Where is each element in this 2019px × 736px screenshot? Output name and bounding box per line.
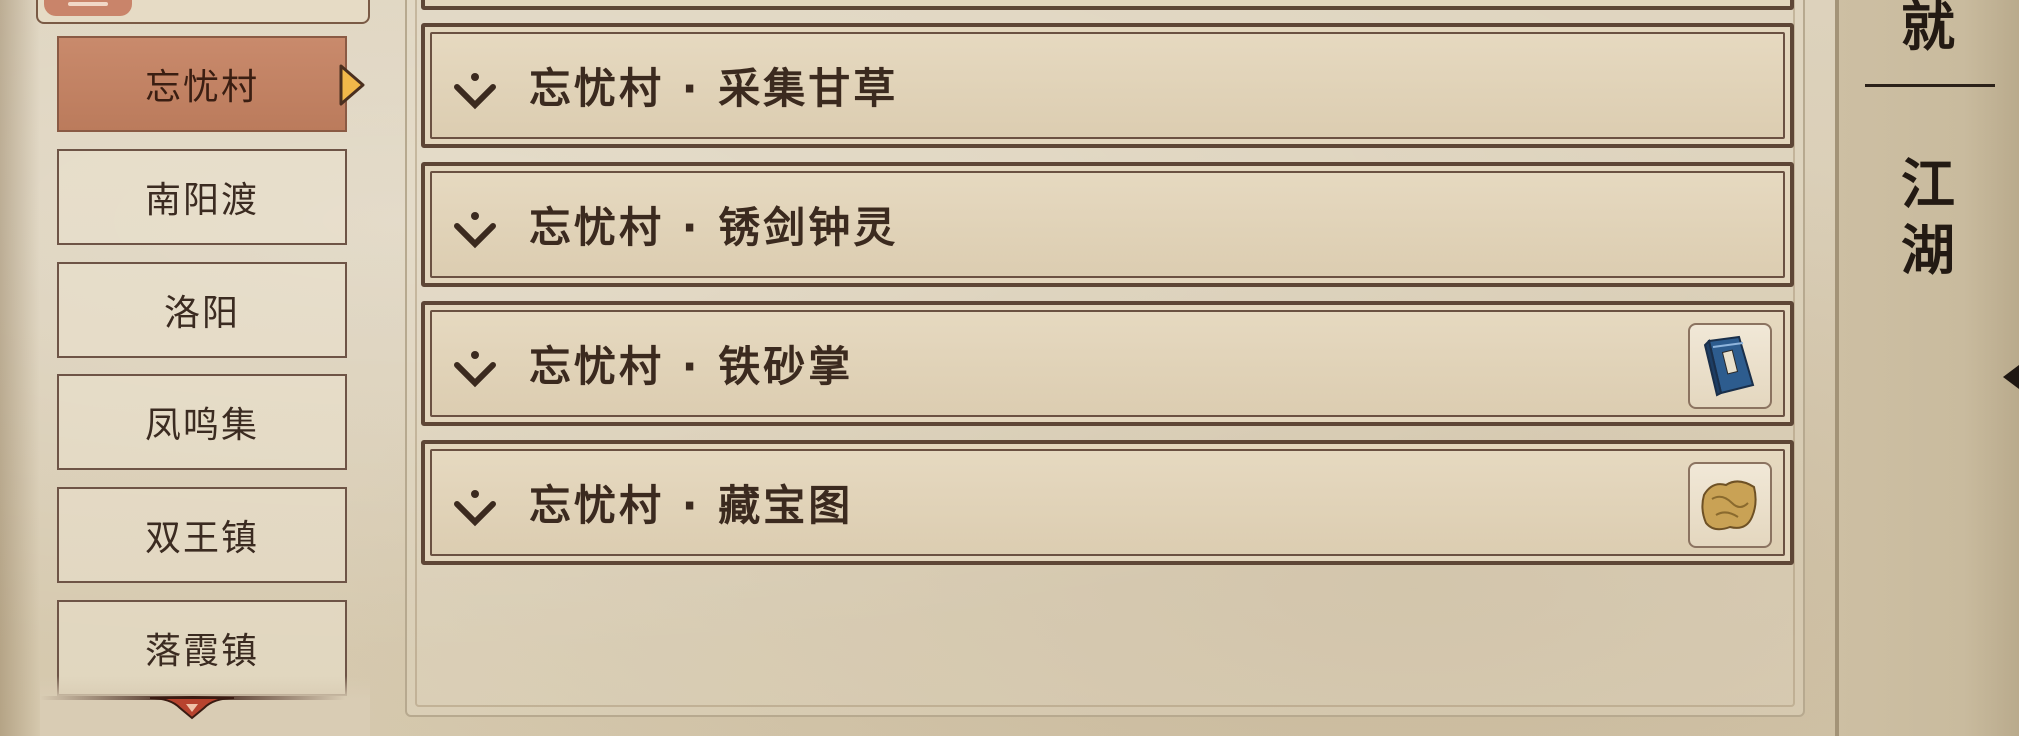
sidebar-item-label: 双王镇 xyxy=(144,518,259,559)
quest-title: 忘忧村 · 藏宝图 xyxy=(529,481,854,530)
spine-top-char: 就 xyxy=(1901,0,1955,58)
quest-title: 忘忧村 · 铁砂掌 xyxy=(529,342,854,391)
sidebar-item-fengmingji[interactable]: 凤鸣集 xyxy=(57,374,347,470)
blue-book-icon xyxy=(1703,335,1755,397)
reward-slot[interactable] xyxy=(1688,323,1772,409)
expand-chevron-icon[interactable] xyxy=(453,71,497,111)
quest-row[interactable]: 忘忧村 · 锈剑钟灵 xyxy=(421,162,1794,287)
expand-chevron-icon[interactable] xyxy=(453,210,497,250)
sidebar-item-label: 忘忧村 xyxy=(144,67,259,108)
treasure-map-icon xyxy=(1701,480,1757,531)
sidebar-item-luoyang[interactable]: 洛阳 xyxy=(57,262,347,358)
expand-chevron-icon[interactable] xyxy=(453,349,497,389)
sidebar-item-nanyangdu[interactable]: 南阳渡 xyxy=(57,149,347,245)
right-side-tab[interactable]: 就 江 湖 xyxy=(1835,0,2019,736)
left-edge-shadow xyxy=(0,0,40,736)
sidebar-item-label: 落霞镇 xyxy=(144,631,259,672)
sidebar-item-label: 凤鸣集 xyxy=(144,405,259,446)
quest-title: 忘忧村 · 采集甘草 xyxy=(529,64,899,113)
spine-divider xyxy=(1865,84,1995,87)
reward-slot[interactable] xyxy=(1688,462,1772,548)
quest-row-partial[interactable] xyxy=(421,0,1794,10)
active-indicator-arrow-icon xyxy=(339,64,365,106)
sidebar-item-label: 洛阳 xyxy=(163,293,240,334)
sidebar-item-wangyoucun[interactable]: 忘忧村 xyxy=(57,36,347,132)
sidebar-top-tab[interactable] xyxy=(36,0,370,24)
scroll-down-ornament-icon[interactable] xyxy=(40,688,345,722)
quest-row[interactable]: 忘忧村 · 采集甘草 xyxy=(421,23,1794,148)
quest-row[interactable]: 忘忧村 · 铁砂掌 xyxy=(421,301,1794,426)
sidebar-item-label: 南阳渡 xyxy=(144,180,259,221)
sidebar-top-tab-marker xyxy=(44,0,132,16)
sidebar-item-shuangwangzhen[interactable]: 双王镇 xyxy=(57,487,347,583)
spine-char: 湖 xyxy=(1901,219,1955,282)
quest-title: 忘忧村 · 锈剑钟灵 xyxy=(529,203,899,252)
quest-row[interactable]: 忘忧村 · 藏宝图 xyxy=(421,440,1794,565)
expand-chevron-icon[interactable] xyxy=(453,488,497,528)
